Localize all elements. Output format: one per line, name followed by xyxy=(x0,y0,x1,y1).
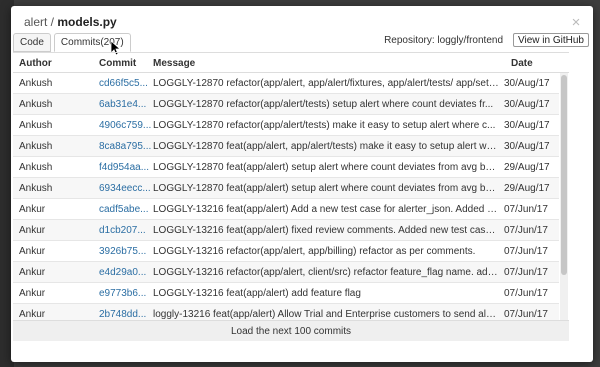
commit-message-cell: LOGGLY-13216 refactor(app/alert, app/bil… xyxy=(153,246,476,257)
column-header-commit: Commit xyxy=(99,58,137,69)
date-cell: 07/Jun/17 xyxy=(504,225,548,236)
table-row[interactable]: Ankush 6934eecc... LOGGLY-12870 feat(app/a… xyxy=(13,178,559,199)
author-cell: Ankush xyxy=(19,183,53,194)
commit-message-cell: LOGGLY-12870 feat(app/alert) setup alert… xyxy=(153,183,499,194)
date-cell: 29/Aug/17 xyxy=(504,162,550,173)
close-icon[interactable]: × xyxy=(569,15,583,31)
author-cell: Ankur xyxy=(19,267,46,278)
table-row[interactable]: Ankush 6ab31e4... LOGGLY-12870 refactor(ap… xyxy=(13,94,559,115)
commit-message-cell: LOGGLY-13216 feat(app/alert) add feature… xyxy=(153,288,361,299)
date-cell: 07/Jun/17 xyxy=(504,246,548,257)
commit-message-cell: loggly-13216 feat(app/alert) Allow Trial… xyxy=(153,309,499,320)
commit-message-cell: LOGGLY-12870 refactor(app/alert/tests) s… xyxy=(153,99,494,110)
author-cell: Ankur xyxy=(19,246,46,257)
table-row[interactable]: Ankush f4d954aa... LOGGLY-12870 feat(app/a… xyxy=(13,157,559,178)
date-cell: 07/Jun/17 xyxy=(504,267,548,278)
commit-hash-link[interactable]: 6ab31e4... xyxy=(99,99,151,110)
commit-hash-link[interactable]: e4d29a0... xyxy=(99,267,151,278)
table-row[interactable]: Ankur d1cb207... LOGGLY-13216 feat(app/ale… xyxy=(13,220,559,241)
table-row[interactable]: Ankur e9773b6... LOGGLY-13216 feat(app/ale… xyxy=(13,283,559,304)
commit-message-cell: LOGGLY-12870 feat(app/alert) setup alert… xyxy=(153,162,499,173)
view-in-github-button[interactable]: View in GitHub xyxy=(513,33,589,47)
commit-message-cell: LOGGLY-13216 feat(app/alert) fixed revie… xyxy=(153,225,499,236)
table-row[interactable]: Ankur cadf5abe... LOGGLY-13216 feat(app/al… xyxy=(13,199,559,220)
author-cell: Ankush xyxy=(19,78,53,89)
commit-message-cell: LOGGLY-12870 refactor(app/alert, app/ale… xyxy=(153,78,499,89)
table-body: Ankush cd66f5c5... LOGGLY-12870 refactor(a… xyxy=(13,73,559,322)
column-header-author: Author xyxy=(19,58,52,69)
table-header: Author Commit Message Date xyxy=(13,53,569,73)
author-cell: Ankush xyxy=(19,99,53,110)
load-more-button[interactable]: Load the next 100 commits xyxy=(13,320,569,341)
repository-bar: Repository: loggly/frontend View in GitH… xyxy=(384,32,589,48)
date-cell: 29/Aug/17 xyxy=(504,183,550,194)
date-cell: 30/Aug/17 xyxy=(504,78,550,89)
author-cell: Ankur xyxy=(19,309,46,320)
commit-hash-link[interactable]: 6934eecc... xyxy=(99,183,151,194)
commit-hash-link[interactable]: 2b748dd... xyxy=(99,309,151,320)
commit-hash-link[interactable]: 3926b75... xyxy=(99,246,151,257)
column-header-date: Date xyxy=(511,58,533,69)
date-cell: 30/Aug/17 xyxy=(504,120,550,131)
author-cell: Ankush xyxy=(19,120,53,131)
commit-message-cell: LOGGLY-12870 feat(app/alert, app/alert/t… xyxy=(153,141,499,152)
table-row[interactable]: Ankush 4906c759... LOGGLY-12870 refactor(a… xyxy=(13,115,559,136)
author-cell: Ankush xyxy=(19,141,53,152)
scrollbar-thumb[interactable] xyxy=(561,75,567,275)
author-cell: Ankur xyxy=(19,288,46,299)
commit-message-cell: LOGGLY-13216 feat(app/alert) Add a new t… xyxy=(153,204,499,215)
commit-message-cell: LOGGLY-13216 refactor(app/alert, client/… xyxy=(153,267,499,278)
commit-hash-link[interactable]: d1cb207... xyxy=(99,225,151,236)
date-cell: 30/Aug/17 xyxy=(504,141,550,152)
column-header-message: Message xyxy=(153,58,196,69)
table-scrollbar[interactable] xyxy=(560,73,568,322)
commit-hash-link[interactable]: 8ca8a795... xyxy=(99,141,151,152)
commit-hash-link[interactable]: cadf5abe... xyxy=(99,204,151,215)
commit-hash-link[interactable]: f4d954aa... xyxy=(99,162,151,173)
author-cell: Ankur xyxy=(19,204,46,215)
title-path: alert xyxy=(24,15,48,29)
date-cell: 30/Aug/17 xyxy=(504,99,550,110)
date-cell: 07/Jun/17 xyxy=(504,288,548,299)
table-row[interactable]: Ankush cd66f5c5... LOGGLY-12870 refactor(a… xyxy=(13,73,559,94)
repository-label: Repository: loggly/frontend xyxy=(384,34,504,46)
table-row[interactable]: Ankush 8ca8a795... LOGGLY-12870 feat(app/a… xyxy=(13,136,559,157)
commits-table: Author Commit Message Date Ankush cd66f5c… xyxy=(13,52,569,322)
title-separator: / xyxy=(47,15,58,29)
date-cell: 07/Jun/17 xyxy=(504,309,548,320)
commit-message-cell: LOGGLY-12870 refactor(app/alert/tests) m… xyxy=(153,120,496,131)
commit-hash-link[interactable]: 4906c759... xyxy=(99,120,151,131)
tab-code[interactable]: Code xyxy=(13,33,51,52)
table-row[interactable]: Ankur 3926b75... LOGGLY-13216 refactor(app… xyxy=(13,241,559,262)
commit-hash-link[interactable]: e9773b6... xyxy=(99,288,151,299)
commit-hash-link[interactable]: cd66f5c5... xyxy=(99,78,151,89)
date-cell: 07/Jun/17 xyxy=(504,204,548,215)
author-cell: Ankur xyxy=(19,225,46,236)
table-row[interactable]: Ankur e4d29a0... LOGGLY-13216 refactor(app… xyxy=(13,262,559,283)
author-cell: Ankush xyxy=(19,162,53,173)
title-filename: models.py xyxy=(57,15,117,29)
